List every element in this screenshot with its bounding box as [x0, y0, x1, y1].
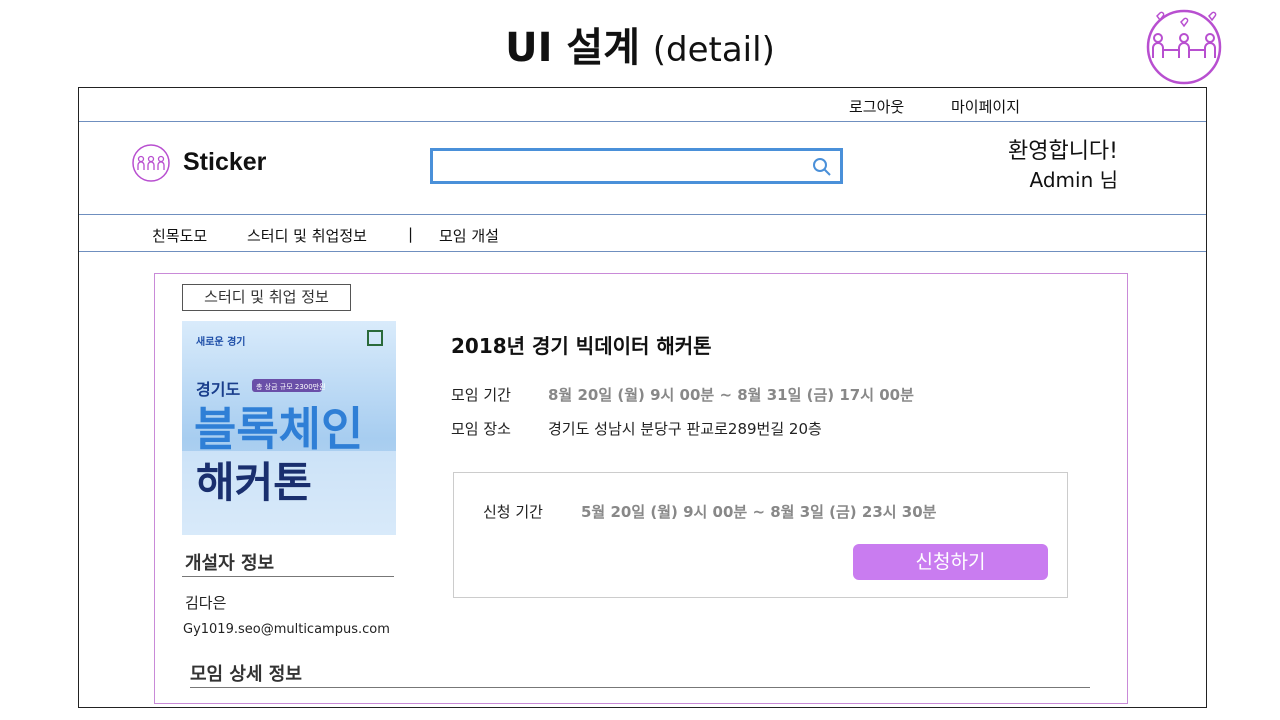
welcome-text: 환영합니다! [1007, 139, 1118, 164]
creator-info-heading: 개설자 정보 [185, 553, 275, 574]
period-value: 8월 20일 (월) 9시 00분 ~ 8월 31일 (금) 17시 00분 [548, 386, 914, 404]
mockup-frame: 로그아웃 마이페이지 Sticker 환영합니다! Admin 님 친목도모 스… [78, 87, 1207, 708]
apply-period-value: 5월 20일 (월) 9시 00분 ~ 8월 3일 (금) 23시 30분 [581, 503, 937, 521]
slide-title-sub: (detail) [652, 30, 775, 70]
divider [190, 687, 1090, 688]
category-tag: 스터디 및 취업 정보 [182, 284, 351, 311]
welcome-message: 환영합니다! Admin 님 [1008, 138, 1118, 194]
nav-item-social[interactable]: 친목도모 [152, 225, 207, 246]
period-label: 모임 기간 [451, 386, 511, 404]
search-icon[interactable] [812, 157, 832, 177]
slide-title-main: UI 설계 [505, 25, 641, 71]
apply-box: 신청 기간 5월 20일 (월) 9시 00분 ~ 8월 3일 (금) 23시 … [453, 472, 1068, 598]
divider [182, 576, 394, 577]
event-title: 2018년 경기 빅데이터 해커톤 [451, 334, 712, 358]
search-input[interactable] [439, 155, 803, 179]
divider [79, 251, 1206, 252]
poster-line1: 블록체인 [194, 402, 363, 456]
people-circle-logo-icon [1146, 9, 1222, 85]
slide-title: UI 설계 (detail) [0, 22, 1280, 76]
meeting-detail-heading: 모임 상세 정보 [190, 664, 302, 685]
poster-region: 경기도 [196, 380, 240, 399]
divider [79, 121, 1206, 122]
event-poster: 새로운 경기 경기도 총 상금 규모 2300만원 블록체인 해커톤 [182, 321, 396, 535]
apply-period-label: 신청 기간 [483, 503, 543, 521]
nav-separator: | [408, 225, 414, 243]
place-label: 모임 장소 [451, 420, 511, 438]
nav-item-study-jobs[interactable]: 스터디 및 취업정보 [247, 225, 367, 246]
event-detail-panel: 스터디 및 취업 정보 새로운 경기 경기도 총 상금 규모 2300만원 블록… [154, 273, 1128, 704]
mypage-link[interactable]: 마이페이지 [951, 96, 1020, 117]
poster-top-left: 새로운 경기 [196, 335, 245, 348]
logout-link[interactable]: 로그아웃 [849, 96, 904, 117]
poster-badge: 총 상금 규모 2300만원 [256, 382, 326, 391]
brand-name[interactable]: Sticker [183, 148, 266, 177]
nav-item-create-meeting[interactable]: 모임 개설 [439, 225, 499, 246]
divider [79, 214, 1206, 215]
user-name: Admin 님 [1029, 168, 1119, 192]
apply-button[interactable]: 신청하기 [853, 544, 1048, 580]
brand-logo-icon [132, 144, 170, 182]
place-value: 경기도 성남시 분당구 판교로289번길 20층 [548, 420, 822, 438]
search-box[interactable] [430, 148, 843, 184]
creator-name: 김다은 [185, 594, 227, 612]
poster-line2: 해커톤 [196, 458, 312, 507]
creator-email[interactable]: Gy1019.seo@multicampus.com [183, 622, 390, 637]
